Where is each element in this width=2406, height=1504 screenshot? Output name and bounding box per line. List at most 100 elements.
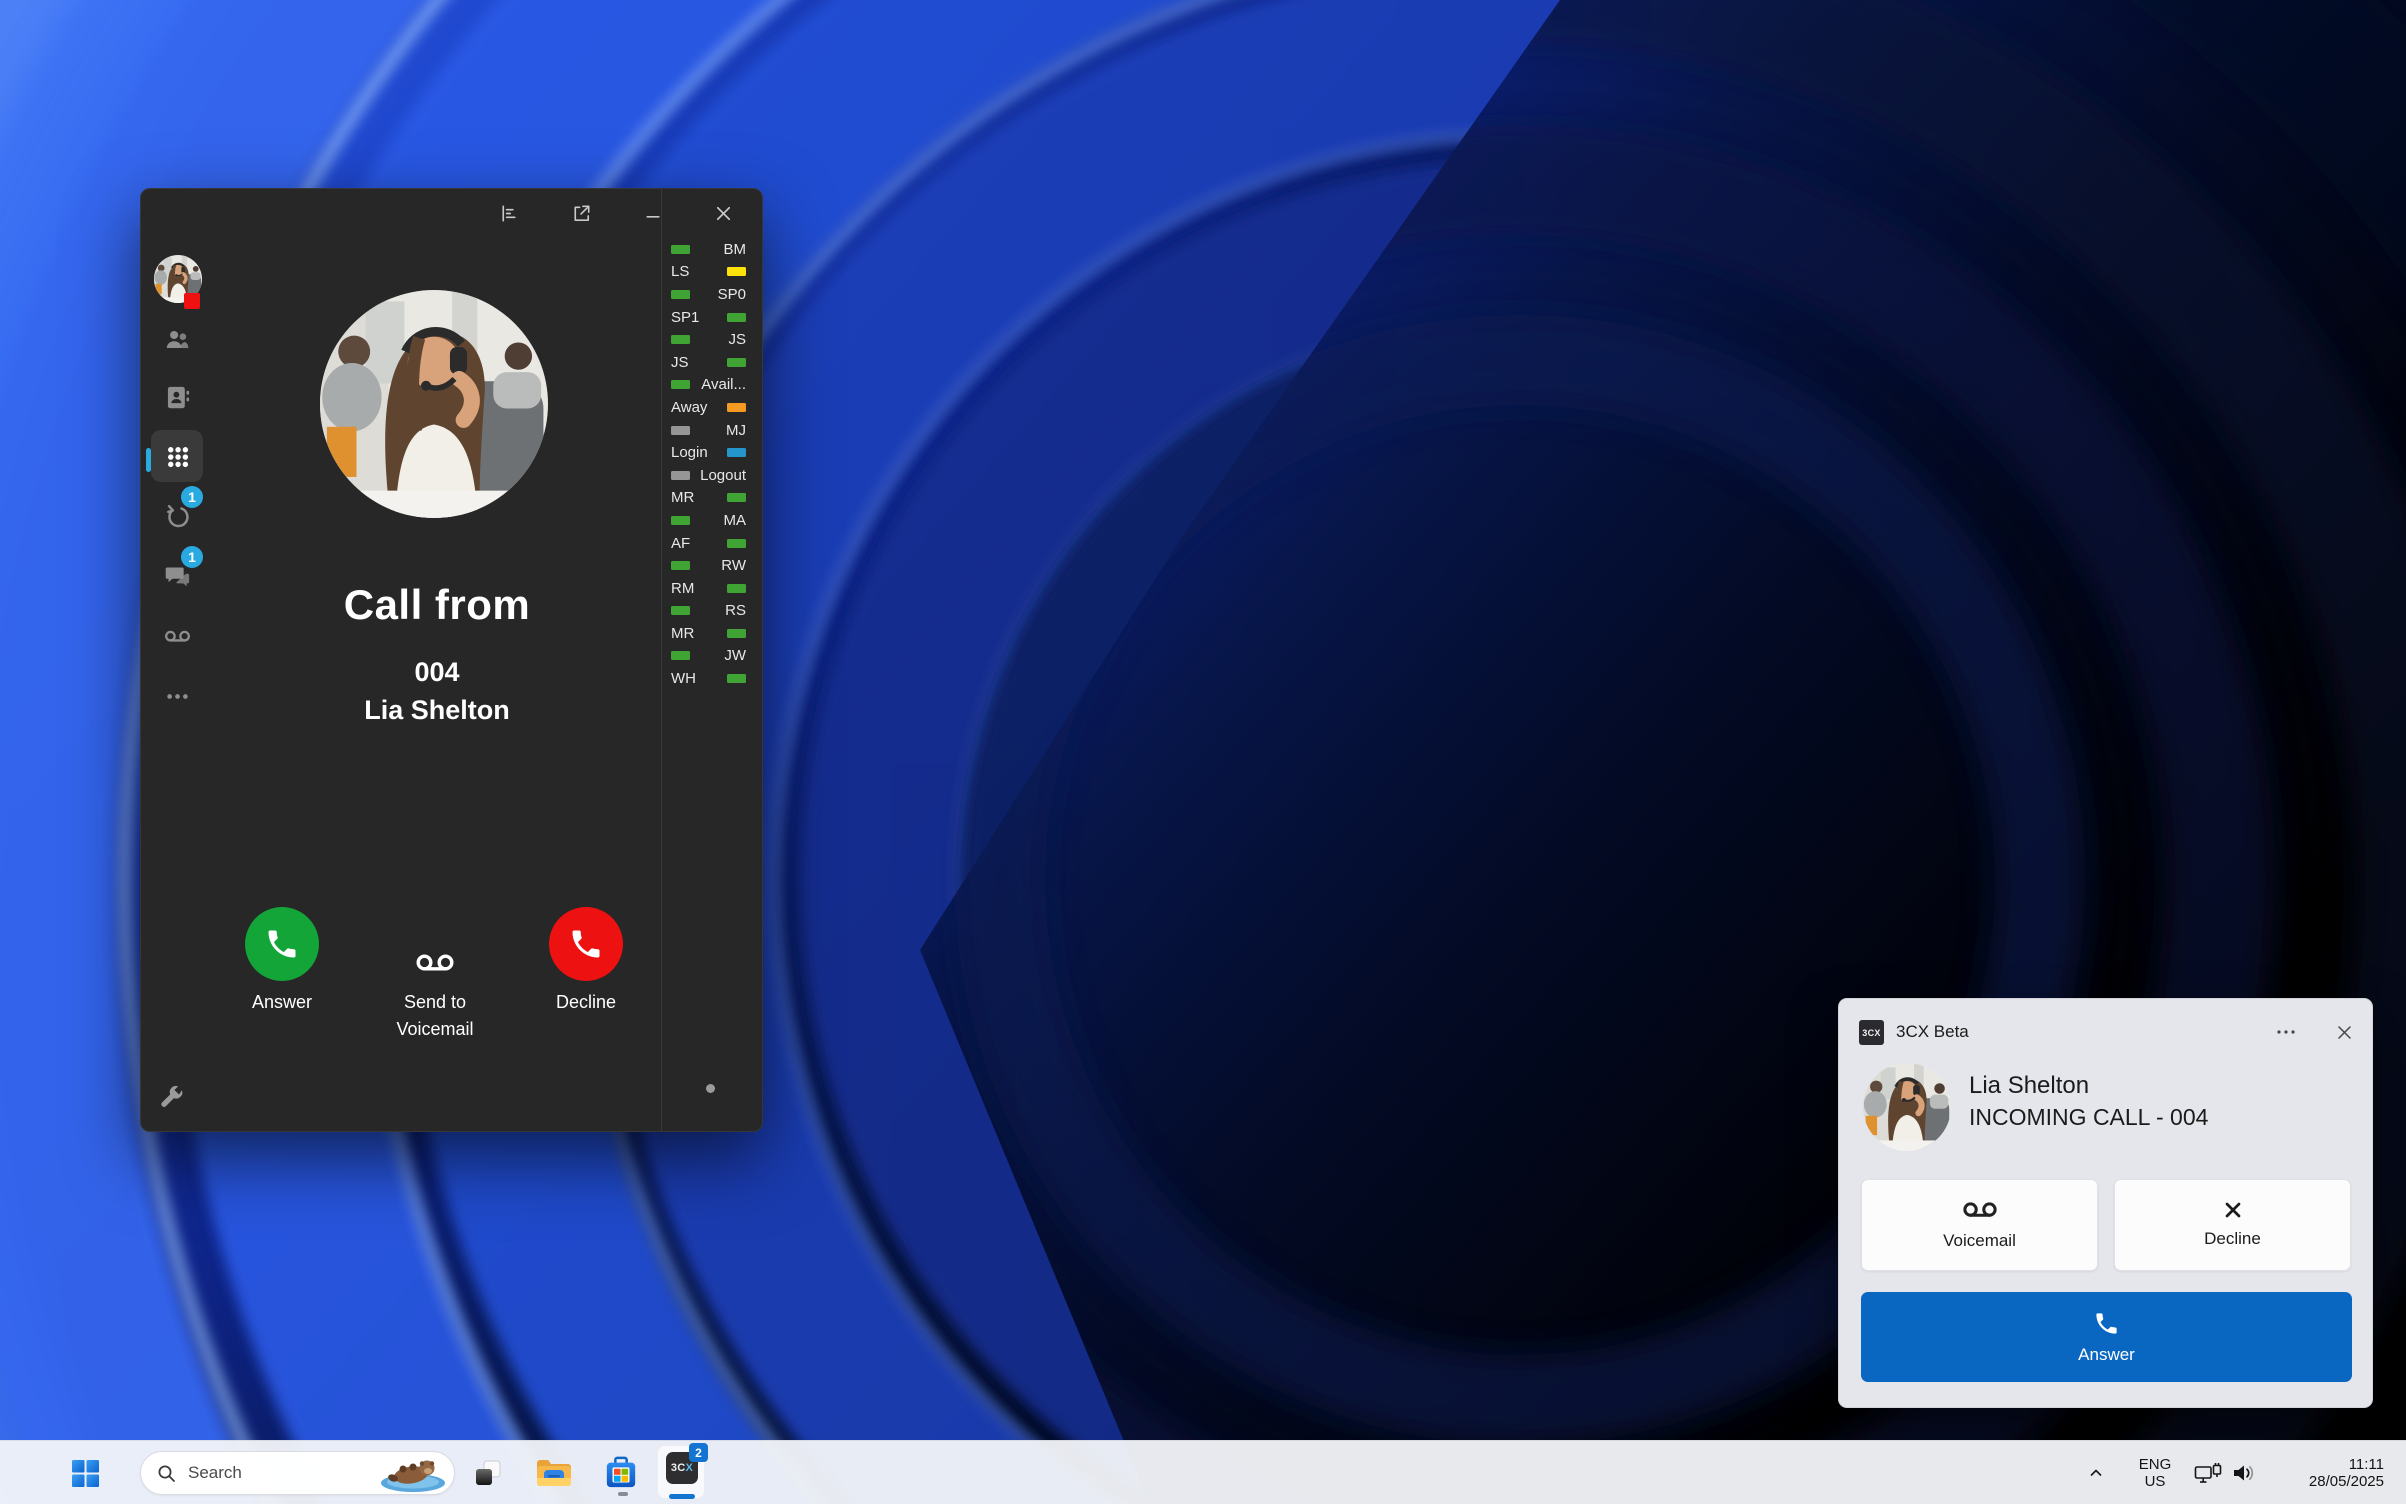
caller-name: Lia Shelton (211, 695, 663, 726)
voicemail-big-icon[interactable] (415, 907, 455, 981)
contacts-icon[interactable] (159, 379, 195, 415)
blf-entry[interactable]: Avail... (662, 374, 762, 397)
blf-label: MJ (726, 422, 746, 439)
voicemail-icon[interactable] (159, 618, 195, 654)
blf-entry[interactable]: AF (662, 532, 762, 555)
send-to-voicemail-action[interactable]: Send to Voicemail (373, 907, 497, 1043)
blf-label: LS (671, 263, 689, 280)
blf-status-swatch-green (671, 335, 690, 344)
blf-entry[interactable]: Logout (662, 464, 762, 487)
3cx-app-window: 1 1 Call from 004 Lia Shelton Answer Sen (140, 188, 763, 1132)
caller-number: 004 (211, 657, 663, 688)
blf-status-swatch-green (727, 674, 746, 683)
tray-language-switcher[interactable]: ENG US (2124, 1449, 2186, 1490)
blf-speed-dial-panel: BMLSSP0SP1JSJSAvail...AwayMJLoginLogoutM… (661, 189, 762, 1131)
blf-status-swatch-green (727, 313, 746, 322)
call-history-badge: 1 (181, 486, 203, 508)
blf-entry[interactable]: WH (662, 667, 762, 690)
blf-status-swatch-blue (727, 448, 746, 457)
active-item-indicator (146, 448, 151, 472)
blf-page-indicator-dot (706, 1084, 715, 1093)
language-line2: US (2124, 1473, 2186, 1490)
decline-call-icon[interactable] (549, 907, 623, 981)
search-highlight-image[interactable] (375, 1455, 451, 1493)
blf-label: MR (671, 489, 694, 506)
start-button[interactable] (65, 1453, 105, 1493)
notification-toast: 3CX 3CX Beta Lia Shelton INCOMING CALL -… (1838, 998, 2373, 1408)
blf-entry[interactable]: MJ (662, 419, 762, 442)
notification-app-name: 3CX Beta (1896, 1022, 1969, 1042)
team-icon[interactable] (159, 321, 195, 357)
answer-action[interactable]: Answer (220, 907, 344, 1016)
voicemail-label-line2: Voicemail (396, 1016, 473, 1043)
notification-call-subtitle: INCOMING CALL - 004 (1969, 1104, 2208, 1131)
blf-entry[interactable]: JW (662, 645, 762, 668)
3cx-notification-badge: 2 (689, 1443, 708, 1462)
decline-x-icon (2224, 1201, 2242, 1219)
call-statistics-icon[interactable] (493, 197, 525, 229)
blf-entry[interactable]: RW (662, 554, 762, 577)
blf-status-swatch-green (727, 358, 746, 367)
blf-entry[interactable]: BM (662, 238, 762, 261)
notification-more-icon[interactable] (2269, 1017, 2303, 1047)
blf-entry[interactable]: RS (662, 600, 762, 623)
blf-status-swatch-green (671, 651, 690, 660)
call-heading: Call from (211, 581, 663, 629)
answer-phone-icon (2093, 1310, 2120, 1337)
voicemail-icon (1962, 1199, 1998, 1221)
notification-answer-button[interactable]: Answer (1861, 1292, 2352, 1382)
tray-hidden-icons-chevron[interactable] (2076, 1453, 2116, 1493)
notification-close-icon[interactable] (2327, 1015, 2361, 1049)
blf-label: RM (671, 580, 694, 597)
taskbar-search[interactable] (140, 1451, 455, 1495)
settings-wrench-icon[interactable] (155, 1082, 187, 1114)
blf-label: RW (721, 557, 746, 574)
tray-clock[interactable]: 11:11 28/05/2025 (2262, 1449, 2384, 1490)
blf-status-swatch-gray (671, 426, 690, 435)
blf-entry[interactable]: SP0 (662, 283, 762, 306)
blf-entry[interactable]: JS (662, 328, 762, 351)
tray-date: 28/05/2025 (2262, 1473, 2384, 1490)
blf-entry[interactable]: Login (662, 441, 762, 464)
blf-label: MA (724, 512, 747, 529)
task-view-button[interactable] (468, 1453, 508, 1493)
blf-status-swatch-green (671, 516, 690, 525)
blf-status-swatch-green (727, 539, 746, 548)
3cx-taskbar-button[interactable]: 3CX 2 (657, 1445, 705, 1499)
3cx-active-indicator (669, 1494, 695, 1499)
answer-call-icon[interactable] (245, 907, 319, 981)
microsoft-store-button[interactable] (601, 1453, 641, 1493)
dialpad-icon[interactable] (159, 438, 195, 474)
blf-list: BMLSSP0SP1JSJSAvail...AwayMJLoginLogoutM… (662, 238, 762, 690)
blf-label: MR (671, 625, 694, 642)
chat-badge: 1 (181, 546, 203, 568)
blf-entry[interactable]: JS (662, 351, 762, 374)
blf-entry[interactable]: SP1 (662, 306, 762, 329)
notification-voicemail-button[interactable]: Voicemail (1861, 1179, 2098, 1271)
blf-label: SP0 (718, 286, 746, 303)
blf-entry[interactable]: LS (662, 261, 762, 284)
more-icon[interactable] (159, 678, 195, 714)
blf-label: JS (671, 354, 689, 371)
presence-status-badge (184, 293, 200, 309)
store-running-indicator (618, 1492, 628, 1496)
file-explorer-button[interactable] (534, 1453, 574, 1493)
decline-label: Decline (556, 989, 616, 1016)
caller-photo (320, 290, 548, 518)
blf-entry[interactable]: MR (662, 487, 762, 510)
blf-entry[interactable]: RM (662, 577, 762, 600)
blf-entry[interactable]: Away (662, 396, 762, 419)
notification-decline-button[interactable]: Decline (2114, 1179, 2351, 1271)
tray-network-icon[interactable] (2188, 1453, 2228, 1493)
blf-label: RS (725, 602, 746, 619)
open-in-new-window-icon[interactable] (565, 197, 597, 229)
answer-button-label: Answer (2078, 1345, 2135, 1365)
blf-label: Logout (700, 467, 746, 484)
voicemail-label-line1: Send to (396, 989, 473, 1016)
search-input[interactable] (188, 1463, 348, 1483)
decline-action[interactable]: Decline (524, 907, 648, 1016)
tray-volume-icon[interactable] (2224, 1453, 2264, 1493)
blf-status-swatch-orange (727, 403, 746, 412)
blf-entry[interactable]: MA (662, 509, 762, 532)
blf-entry[interactable]: MR (662, 622, 762, 645)
